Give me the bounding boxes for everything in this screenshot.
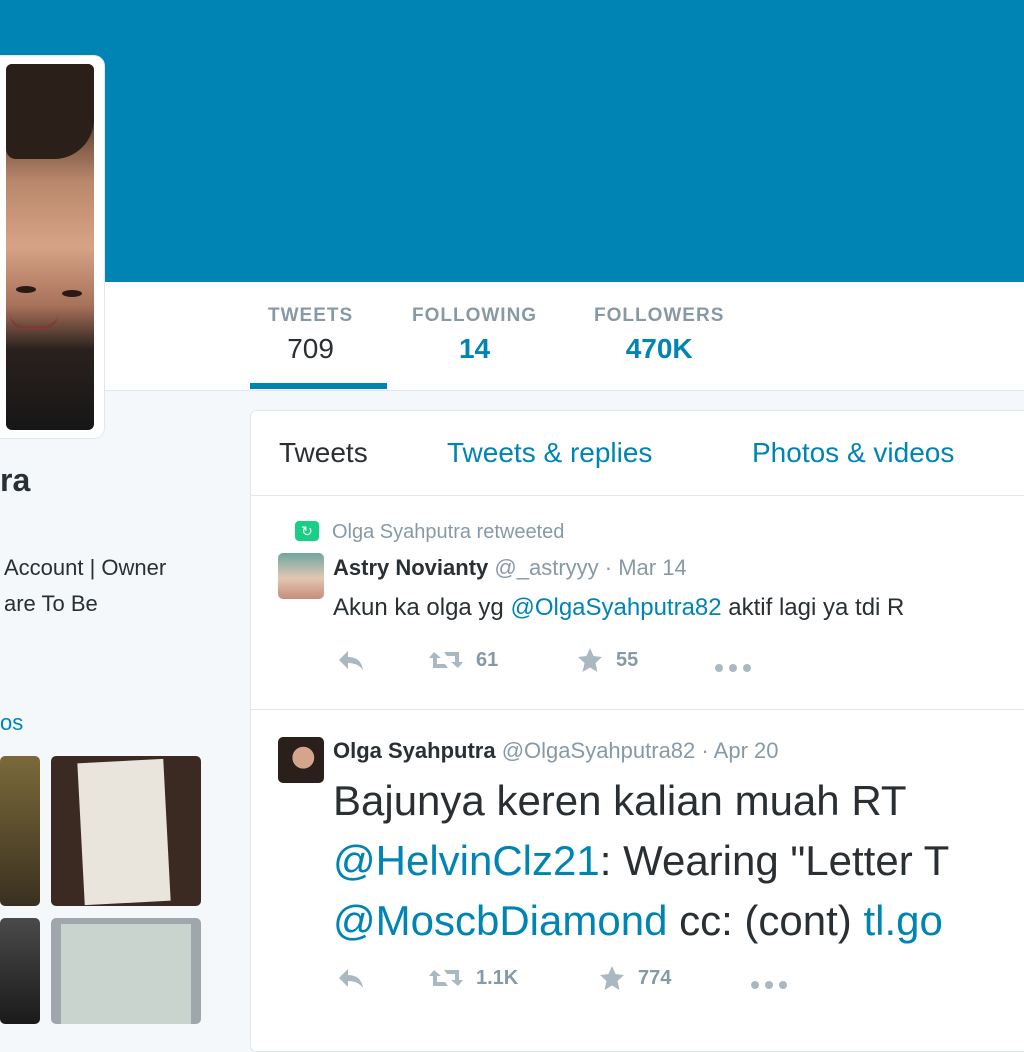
mention-link[interactable]: @OlgaSyahputra82 [510,594,721,621]
profile-banner [0,0,1024,282]
retweet-button[interactable]: 61 [428,648,498,672]
avatar[interactable] [278,553,324,599]
tweet-text: Bajunya keren kalian muah RT @HelvinClz2… [333,777,950,944]
favorite-star-icon [578,648,602,672]
profile-bio: Account | Owner are To Be [4,555,167,616]
tweet-text: Akun ka olga yg @OlgaSyahputra82 aktif l… [333,594,905,621]
favorite-star-icon [600,966,624,990]
stat-followers[interactable]: FOLLOWERS 470K [594,305,724,365]
tab-tweets[interactable]: Tweets [279,437,368,469]
retweet-badge-icon: ↻ [295,521,319,541]
profile-avatar[interactable] [0,56,104,438]
tweet-author[interactable]: Astry Novianty @_astryyy · Mar 14 [333,555,687,581]
photos-videos-link[interactable]: os [0,710,23,736]
avatar[interactable] [278,737,324,783]
stat-tweets[interactable]: TWEETS 709 [268,305,353,365]
timeline-tabs: Tweets Tweets & replies Photos & videos [251,411,1024,496]
retweet-icon [429,652,463,668]
reply-icon [339,651,363,670]
photo-thumbnail[interactable] [51,756,201,906]
tab-photos-videos[interactable]: Photos & videos [752,437,954,469]
more-icon [715,663,751,672]
reply-button[interactable] [336,648,366,672]
photo-thumbnail[interactable] [0,918,40,1024]
mention-link[interactable]: @HelvinClz21 [333,837,600,884]
more-button[interactable] [750,973,788,996]
retweet-button[interactable]: 1.1K [428,966,518,990]
retweet-icon [429,970,463,986]
tab-tweets-replies[interactable]: Tweets & replies [447,437,652,469]
more-button[interactable] [714,656,752,679]
mention-link[interactable]: @MoscbDiamond [333,897,667,944]
stat-following[interactable]: FOLLOWING 14 [412,305,537,365]
photo-thumbnail[interactable] [51,918,201,1024]
favorite-button[interactable]: 55 [576,646,638,674]
tweet-author[interactable]: Olga Syahputra @OlgaSyahputra82 · Apr 20 [333,738,778,764]
profile-photo [6,64,94,430]
retweet-note: Olga Syahputra retweeted [332,521,565,543]
url-link[interactable]: tl.go [863,897,942,944]
more-icon [751,980,787,989]
profile-name: ra [0,462,31,498]
reply-icon [339,969,363,988]
photo-thumbnail[interactable] [0,756,40,906]
favorite-button[interactable]: 774 [598,964,671,992]
timeline: Tweets Tweets & replies Photos & videos [250,410,1024,1052]
active-stat-indicator [250,383,387,389]
reply-button[interactable] [336,966,366,990]
